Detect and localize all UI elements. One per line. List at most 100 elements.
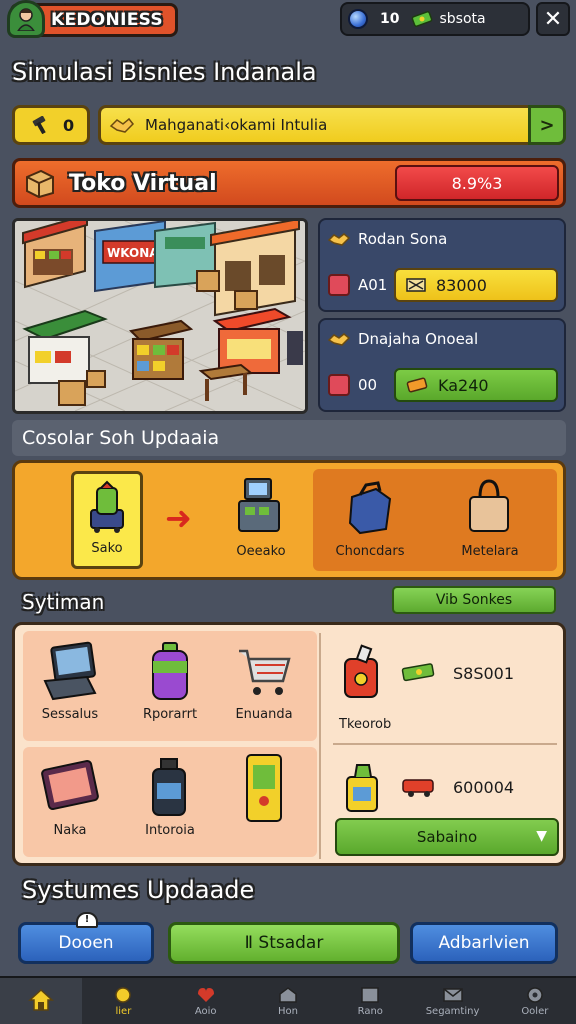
arrow-right-icon: ➜ (165, 499, 192, 537)
bottle-icon (152, 642, 188, 700)
box-icon (26, 169, 54, 199)
cash-icon (412, 11, 433, 27)
progress-badge: 8.9%3 (395, 165, 559, 201)
heart-icon (197, 987, 214, 1002)
stat-row-label-bottom: 00 (358, 376, 378, 394)
chart-icon (361, 986, 380, 1003)
system-item-card[interactable] (219, 751, 309, 831)
nav-item-tasks[interactable]: lier (82, 978, 164, 1024)
cash-icon (406, 278, 426, 292)
system-value-2: 600004 (453, 777, 515, 797)
progress-value: 8.9%3 (451, 173, 503, 193)
task-counter[interactable]: 0 (12, 105, 90, 145)
open-button-label: Dooen (58, 933, 114, 953)
system-item-tablet[interactable]: Naka (25, 757, 115, 838)
system-item-tanker[interactable]: S8S001 (339, 643, 514, 703)
nav-label-favorites: Aoio (194, 1005, 217, 1017)
store-title: Toko Virtual (69, 170, 217, 196)
system-item-tablet-label: Naka (53, 823, 87, 838)
stat-header-bottom: Dnajaha Onoeal (328, 328, 478, 350)
upgrade-step-2[interactable]: Oeeako (221, 471, 301, 569)
laptop-icon (43, 641, 97, 701)
mail-icon (442, 987, 463, 1002)
nav-item-favorites[interactable]: Aoio (165, 978, 247, 1024)
systems-hline (333, 743, 557, 745)
fuel-can-icon (344, 644, 378, 698)
mission-text: Mahganati‹okami Intulia (145, 116, 328, 134)
shopping-cart-icon (239, 649, 291, 695)
nav-item-store[interactable]: Hon (247, 978, 329, 1024)
system-item-jar[interactable]: Intoroia (125, 757, 215, 838)
system-item-bottle[interactable]: Rporarrt (125, 641, 215, 722)
stat-label-bottom: Dnajaha Onoeal (358, 330, 479, 348)
mission-go-button[interactable]: > (528, 105, 566, 145)
stat-value-top[interactable]: 83000 (394, 268, 558, 302)
select-dropdown[interactable]: Sabaino ▼ (335, 818, 559, 856)
stat-row-label-top: A01 (358, 276, 388, 294)
nav-item-ranking[interactable]: Rano (329, 978, 411, 1024)
player-badge[interactable]: KEDONIESS (7, 0, 178, 38)
jar-icon (152, 758, 186, 816)
spray-bottle-icon (346, 764, 378, 812)
handbag-icon (469, 479, 509, 532)
nav-item-home[interactable] (0, 978, 83, 1024)
gem-count: 10 (380, 11, 400, 27)
currency-bar[interactable]: 10 sbsota (340, 2, 530, 36)
nav-item-settings[interactable]: Ooler (494, 978, 576, 1024)
upgrade-section-title: Cosolar Soh Updaaia (22, 427, 220, 449)
store-banner: Toko Virtual 8.9%3 (12, 158, 566, 208)
handshake-icon (328, 328, 350, 350)
close-button[interactable]: ✕ (536, 2, 570, 36)
nav-label-settings: Ooler (521, 1005, 549, 1017)
web-sockets-button[interactable]: Vib Sonkes (392, 586, 556, 614)
notification-icon: ! (76, 912, 98, 928)
upgrade-flow-panel: Sako ➜ Oeeako Choncdars Metelara (12, 460, 566, 580)
advanced-button-label: Adbarlvien (438, 933, 530, 953)
home-icon (28, 988, 55, 1011)
system-item-cart-label: Enuanda (235, 707, 293, 722)
chevron-right-icon: > (539, 114, 555, 136)
system-item-jar-label: Intoroia (145, 823, 195, 838)
advanced-button[interactable]: Adbarlvien (410, 922, 558, 964)
hammer-icon (32, 116, 46, 134)
coin-label: sbsota (439, 11, 486, 27)
systems-title: Sytiman (22, 590, 105, 614)
standard-button-label: Ⅱ Stsadar (244, 933, 324, 953)
nav-label-security: Segamtiny (425, 1005, 480, 1017)
nav-item-security[interactable]: Segamtiny (411, 978, 493, 1024)
upgrade-step-3[interactable]: Choncdars (315, 471, 425, 569)
shopping-cart-bag-icon (90, 480, 124, 533)
avatar[interactable] (7, 0, 45, 38)
close-icon: ✕ (543, 6, 563, 32)
medal-icon (115, 986, 132, 1003)
standard-button[interactable]: Ⅱ Stsadar (168, 922, 400, 964)
nav-label-store: Hon (277, 1005, 298, 1017)
stat-row-bottom: 00 (328, 374, 377, 396)
select-dropdown-value: Sabaino (416, 828, 478, 846)
player-avatar-icon (17, 8, 35, 31)
upgrade-step-4[interactable]: Metelara (435, 471, 545, 569)
stat-header-top: Rodan Sona (328, 228, 447, 250)
shop-icon (279, 986, 297, 1003)
system-item-spray[interactable]: 600004 (339, 759, 514, 815)
system-item-laptop[interactable]: Sessalus (25, 641, 115, 722)
upgrade-step-1[interactable]: Sako (71, 471, 143, 569)
upgrade-section-header: Cosolar Soh Updaaia (12, 420, 566, 456)
system-item-tanker-label: Tkeorob (339, 717, 392, 732)
stat-value-bottom-text: Ka240 (438, 375, 489, 395)
task-count: 0 (63, 115, 75, 135)
upgrade-step-1-label: Sako (91, 541, 123, 556)
system-item-bottle-label: Rporarrt (142, 707, 198, 722)
upgrade-step-2-label: Oeeako (236, 544, 286, 559)
id-card-icon (246, 754, 282, 822)
updates-title: Systumes Updaade (22, 876, 255, 904)
system-item-cart[interactable]: Enuanda (219, 641, 309, 722)
mission-bar[interactable]: Mahganati‹okami Intulia > (98, 105, 566, 145)
isometric-market-illustration: WKONAA (15, 221, 305, 411)
stat-label-top: Rodan Sona (358, 230, 448, 248)
register-machine-icon (238, 478, 280, 532)
player-name: KEDONIESS (51, 10, 163, 30)
store-scene[interactable]: WKONAA (12, 218, 308, 414)
stat-value-bottom[interactable]: Ka240 (394, 368, 558, 402)
open-button[interactable]: Dooen (18, 922, 154, 964)
